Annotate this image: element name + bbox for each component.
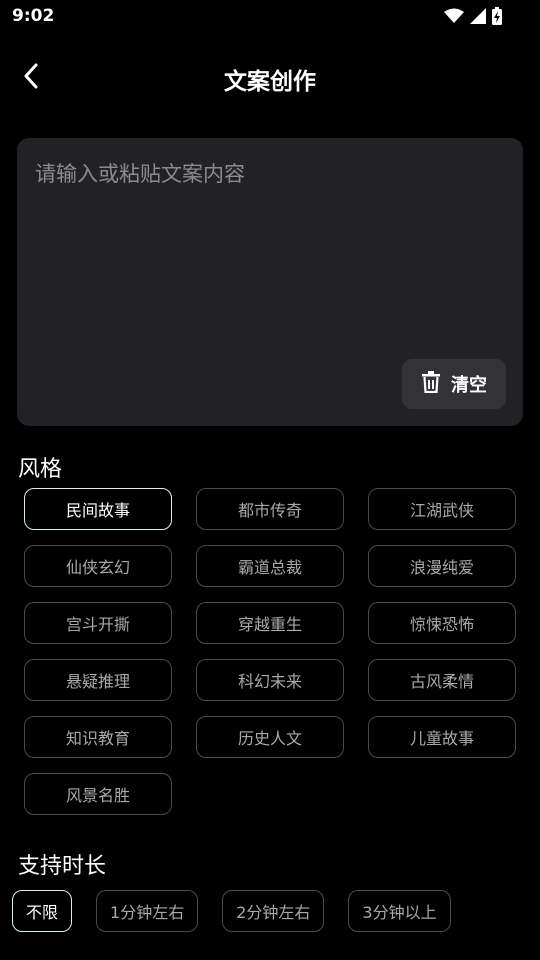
style-chip[interactable]: 穿越重生 xyxy=(196,602,344,644)
style-chip[interactable]: 都市传奇 xyxy=(196,488,344,530)
style-chip[interactable]: 江湖武侠 xyxy=(368,488,516,530)
battery-charging-icon xyxy=(492,7,502,29)
style-section-title: 风格 xyxy=(18,457,63,482)
style-chip[interactable]: 风景名胜 xyxy=(24,773,172,815)
copy-editor-card: 清空 xyxy=(17,138,523,426)
style-chip[interactable]: 惊悚恐怖 xyxy=(368,602,516,644)
duration-chip[interactable]: 3分钟以上 xyxy=(348,890,451,932)
clear-button[interactable]: 清空 xyxy=(402,359,506,409)
duration-options: 不限 1分钟左右 2分钟左右 3分钟以上 xyxy=(12,890,451,932)
copy-text-input[interactable] xyxy=(33,156,507,330)
style-options: 民间故事 都市传奇 江湖武侠仙侠玄幻 霸道总裁 浪漫纯爱宫斗开撕 穿越重生 惊悚恐怖悬疑推理… xyxy=(24,488,516,815)
style-chip[interactable]: 悬疑推理 xyxy=(24,659,172,701)
duration-chip[interactable]: 2分钟左右 xyxy=(222,890,325,932)
style-chip[interactable]: 古风柔情 xyxy=(368,659,516,701)
style-chip[interactable]: 浪漫纯爱 xyxy=(368,545,516,587)
duration-chip[interactable]: 1分钟左右 xyxy=(96,890,199,932)
style-chip[interactable]: 霸道总裁 xyxy=(196,545,344,587)
style-chip[interactable]: 儿童故事 xyxy=(368,716,516,758)
page-title: 文案创作 xyxy=(224,69,316,95)
style-chip[interactable]: 仙侠玄幻 xyxy=(24,545,172,587)
status-icons xyxy=(444,7,502,29)
status-time: 9:02 xyxy=(12,6,55,26)
status-bar: 9:02 xyxy=(0,0,540,34)
duration-chip[interactable]: 不限 xyxy=(12,890,73,932)
style-chip[interactable]: 知识教育 xyxy=(24,716,172,758)
signal-icon xyxy=(470,8,486,28)
style-chip[interactable]: 科幻未来 xyxy=(196,659,344,701)
style-chip[interactable]: 民间故事 xyxy=(24,488,172,530)
style-chip[interactable]: 宫斗开撕 xyxy=(24,602,172,644)
style-chip[interactable]: 历史人文 xyxy=(196,716,344,758)
clear-button-label: 清空 xyxy=(451,375,487,396)
duration-section-title: 支持时长 xyxy=(18,854,107,879)
header: 文案创作 xyxy=(0,50,540,106)
wifi-icon xyxy=(444,8,464,28)
trash-icon xyxy=(421,371,441,397)
